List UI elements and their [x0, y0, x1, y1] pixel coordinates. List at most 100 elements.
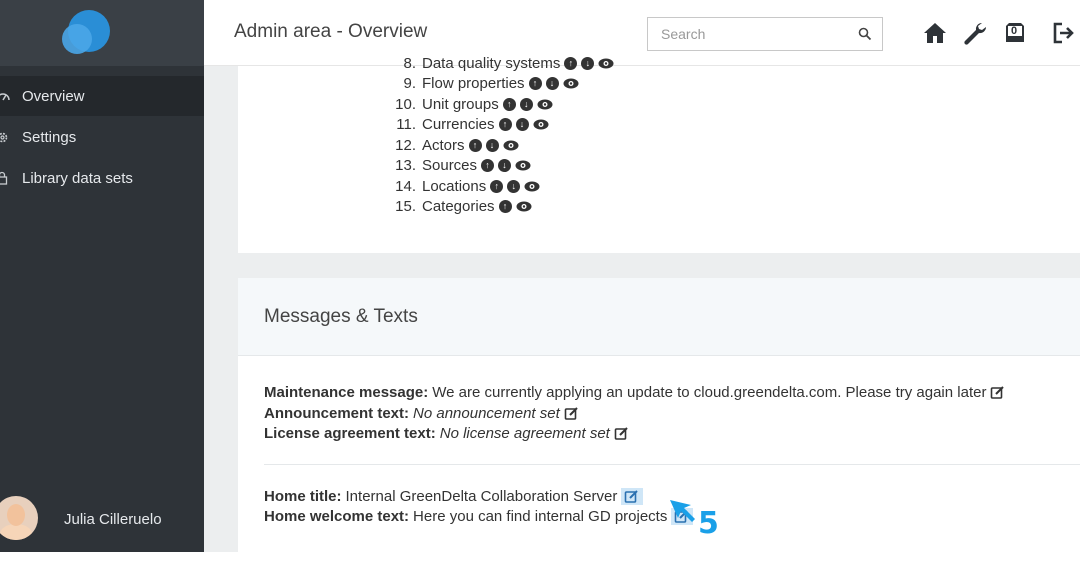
eye-icon[interactable] [563, 78, 579, 89]
main-content: 8. Data quality systems ↑ ↓ 9. Flow propertie… [204, 55, 1080, 552]
upload-icon[interactable]: ↑ [481, 159, 495, 172]
field-value: Here you can find internal GD projects [413, 507, 668, 525]
gear-icon [0, 129, 16, 145]
item-number: 11. [396, 116, 416, 133]
download-icon[interactable]: ↓ [498, 159, 512, 172]
field-label: Home title: [264, 487, 342, 505]
list-item: 15. Categories ↑ [376, 197, 532, 217]
step-number: 5 [698, 506, 719, 541]
search-box[interactable] [647, 17, 883, 51]
eye-icon[interactable] [515, 160, 531, 171]
inbox-count: 0 [1011, 25, 1018, 37]
list-item: 9. Flow properties ↑ ↓ [376, 74, 579, 94]
eye-icon[interactable] [516, 201, 532, 212]
item-number: 15. [395, 198, 416, 215]
inbox-icon[interactable]: 0 [1002, 20, 1028, 46]
app-logo[interactable] [60, 10, 112, 56]
home-icon[interactable] [922, 20, 948, 46]
avatar[interactable] [0, 496, 38, 540]
item-label: Actors [422, 136, 465, 154]
field-label: Announcement text: [264, 404, 410, 422]
upload-icon[interactable]: ↑ [528, 77, 542, 90]
download-icon[interactable]: ↓ [581, 56, 595, 70]
list-item: 13. Sources ↑ ↓ [376, 156, 531, 176]
sidebar-item-label: Overview [22, 87, 85, 105]
field-label: Maintenance message: [264, 383, 429, 401]
item-label: Categories [422, 198, 495, 215]
field-value: We are currently applying an update to c… [432, 383, 987, 401]
home-welcome-row: Home welcome text: Here you can find int… [264, 506, 694, 526]
download-icon[interactable]: ↓ [515, 118, 529, 131]
upload-icon[interactable]: ↑ [564, 56, 578, 70]
upload-icon[interactable]: ↑ [498, 200, 512, 213]
sidebar: Overview Settings Library data sets Juli… [0, 0, 204, 552]
eye-icon[interactable] [524, 181, 540, 192]
sidebar-item-overview[interactable]: Overview [0, 76, 204, 116]
list-item: 8. Data quality systems ↑ ↓ [376, 53, 614, 73]
edit-icon[interactable] [990, 385, 1005, 400]
maintenance-message-row: Maintenance message: We are currently ap… [264, 382, 1005, 402]
edit-icon[interactable] [614, 426, 629, 441]
download-icon[interactable]: ↓ [507, 179, 521, 193]
item-label: Locations [422, 177, 487, 195]
logo-area [0, 0, 204, 66]
sidebar-item-label: Settings [22, 128, 77, 146]
announcement-text-row: Announcement text: No announcement set [264, 403, 579, 423]
edit-icon[interactable] [564, 406, 579, 421]
messages-panel: Messages & Texts Maintenance message: We… [238, 278, 1080, 552]
wrench-icon[interactable] [962, 20, 988, 46]
step-annotation: 5 [668, 498, 722, 544]
license-agreement-row: License agreement text: No license agree… [264, 423, 629, 443]
field-value: No announcement set [413, 404, 560, 422]
upload-icon[interactable]: ↑ [490, 179, 504, 193]
user-name: Julia Cilleruelo [64, 511, 162, 528]
sidebar-item-library-data-sets[interactable]: Library data sets [0, 158, 204, 198]
eye-icon[interactable] [537, 99, 553, 110]
upload-icon[interactable]: ↑ [502, 97, 516, 111]
item-number: 14. [395, 177, 416, 195]
home-title-row: Home title: Internal GreenDelta Collabor… [264, 486, 644, 506]
dashboard-icon [0, 88, 16, 104]
logout-icon[interactable] [1050, 20, 1076, 46]
upload-icon[interactable]: ↑ [498, 118, 512, 131]
eye-icon[interactable] [533, 119, 549, 130]
user-profile[interactable]: Julia Cilleruelo [0, 490, 204, 550]
list-item: 14. Locations ↑ ↓ [376, 176, 540, 196]
sidebar-item-label: Library data sets [22, 169, 133, 187]
divider [264, 464, 1080, 465]
search-icon[interactable] [858, 27, 872, 41]
search-input[interactable] [648, 18, 838, 50]
item-label: Currencies [422, 116, 495, 133]
panel-header: Messages & Texts [238, 278, 1080, 356]
item-label: Unit groups [422, 95, 499, 113]
field-value: Internal GreenDelta Collaboration Server [345, 487, 618, 505]
eye-icon[interactable] [503, 140, 519, 151]
item-number: 10. [395, 95, 416, 113]
item-label: Flow properties [422, 75, 525, 92]
item-label: Data quality systems [422, 54, 561, 72]
data-types-panel: 8. Data quality systems ↑ ↓ 9. Flow propertie… [238, 55, 1080, 253]
sidebar-item-settings[interactable]: Settings [0, 117, 204, 157]
item-number: 12. [395, 136, 416, 154]
edit-icon [625, 489, 639, 503]
upload-icon[interactable]: ↑ [468, 138, 482, 152]
field-label: Home welcome text: [264, 507, 410, 525]
item-number: 13. [395, 157, 416, 174]
download-icon[interactable]: ↓ [519, 97, 533, 111]
eye-icon[interactable] [598, 58, 614, 69]
download-icon[interactable]: ↓ [545, 77, 559, 90]
field-value: No license agreement set [439, 424, 610, 442]
edit-button[interactable] [621, 487, 644, 505]
topbar: Admin area - Overview 0 [204, 0, 1080, 66]
panel-title: Messages & Texts [264, 306, 418, 327]
download-icon[interactable]: ↓ [485, 138, 499, 152]
list-item: 12. Actors ↑ ↓ [376, 135, 519, 155]
field-label: License agreement text: [264, 424, 436, 442]
item-number: 9. [403, 75, 416, 92]
page-title: Admin area - Overview [234, 21, 428, 42]
list-item: 11. Currencies ↑ ↓ [376, 115, 549, 135]
lock-icon [0, 170, 16, 186]
item-number: 8. [403, 54, 416, 72]
list-item: 10. Unit groups ↑ ↓ [376, 94, 553, 114]
item-label: Sources [422, 157, 478, 174]
